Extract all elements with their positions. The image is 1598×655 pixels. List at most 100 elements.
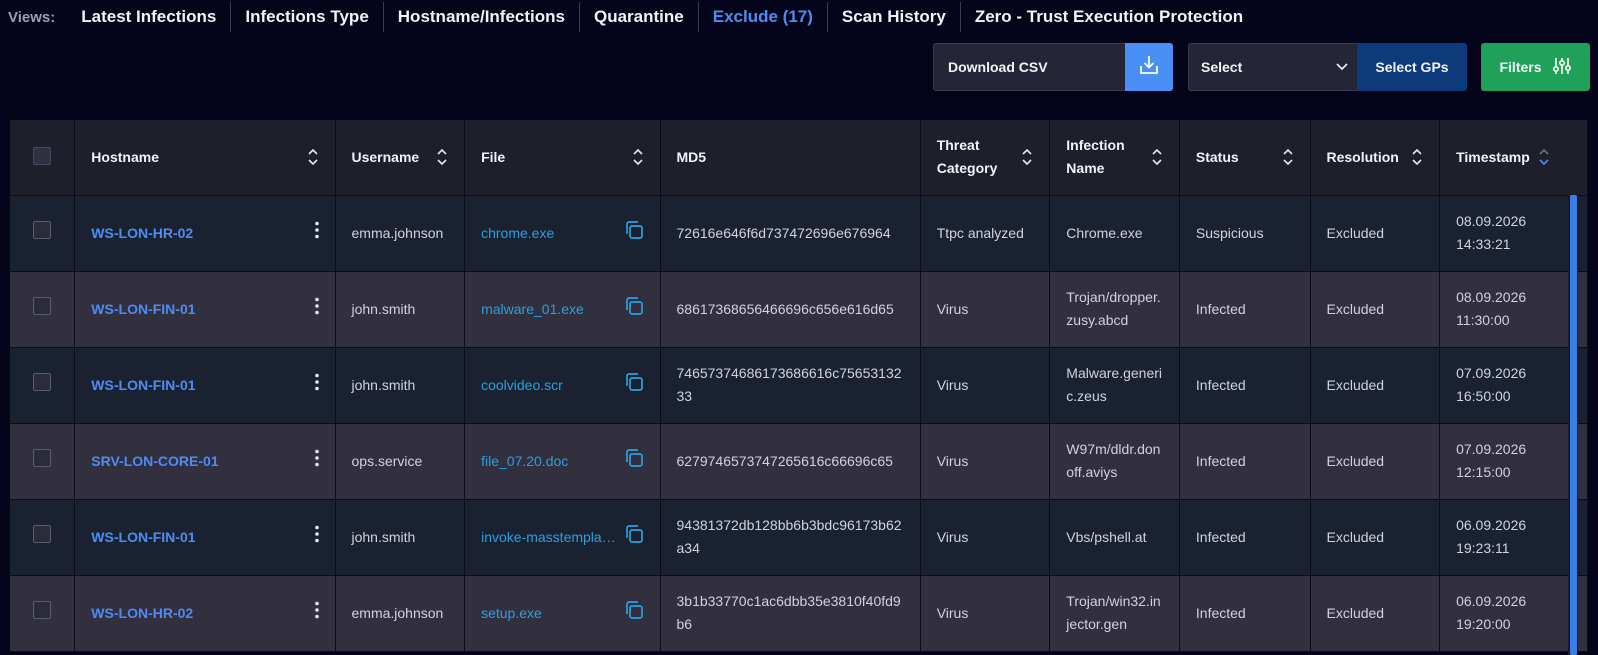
sort-icon[interactable]	[632, 147, 644, 167]
copy-icon[interactable]	[624, 448, 644, 475]
column-timestamp-label: Timestamp	[1456, 149, 1530, 166]
column-resolution-label: Resolution	[1326, 149, 1399, 166]
table-scrollbar[interactable]	[1568, 195, 1578, 655]
download-button[interactable]	[1125, 43, 1173, 91]
copy-icon[interactable]	[624, 220, 644, 247]
username-cell: ops.service	[335, 423, 466, 500]
sort-icon[interactable]	[1282, 147, 1294, 167]
sort-icon[interactable]	[307, 147, 319, 167]
column-resolution[interactable]: Resolution	[1310, 120, 1441, 196]
table-row: WS-LON-FIN-01 john.smith invoke-masstemp…	[10, 499, 1588, 576]
infection-name-cell: W97m/dldr.donoff.aviys	[1049, 423, 1180, 500]
tab-scan-history[interactable]: Scan History	[828, 2, 961, 32]
column-infection-name[interactable]: Infection Name	[1049, 120, 1180, 196]
threat-category-cell: Virus	[920, 499, 1051, 576]
column-status[interactable]: Status	[1179, 120, 1311, 196]
row-select-cell	[10, 499, 76, 576]
column-status-label: Status	[1195, 149, 1239, 166]
copy-icon[interactable]	[624, 524, 644, 551]
column-timestamp[interactable]: Timestamp	[1439, 120, 1588, 196]
username-cell: emma.johnson	[335, 575, 466, 652]
row-select-cell	[10, 271, 76, 348]
tab-zero-trust[interactable]: Zero - Trust Execution Protection	[961, 2, 1257, 32]
file-link[interactable]: file_07.20.doc	[481, 450, 568, 473]
views-label: Views:	[8, 8, 56, 26]
tab-exclude[interactable]: Exclude (17)	[699, 2, 828, 32]
hostname-link[interactable]: WS-LON-HR-02	[91, 222, 193, 245]
select-gps-button[interactable]: Select GPs	[1357, 43, 1467, 91]
md5-cell: 94381372db128bb6b3bdc96173b62a34	[660, 499, 921, 576]
file-cell: file_07.20.doc	[464, 423, 661, 500]
hostname-link[interactable]: WS-LON-FIN-01	[91, 374, 195, 397]
sort-icon[interactable]	[1411, 147, 1423, 167]
infection-name-cell: Chrome.exe	[1049, 195, 1180, 272]
filters-button[interactable]: Filters	[1481, 43, 1590, 91]
column-file[interactable]: File	[464, 120, 661, 196]
column-threat-category[interactable]: Threat Category	[920, 120, 1051, 196]
hostname-link[interactable]: WS-LON-FIN-01	[91, 298, 195, 321]
more-vertical-icon[interactable]	[314, 601, 319, 626]
copy-icon[interactable]	[624, 600, 644, 627]
status-cell: Infected	[1179, 271, 1311, 348]
file-link[interactable]: invoke-masstemplate.ps1	[481, 526, 616, 549]
row-checkbox[interactable]	[33, 220, 52, 239]
tab-infections-type[interactable]: Infections Type	[231, 2, 384, 32]
column-file-label: File	[481, 149, 506, 166]
resolution-cell: Excluded	[1310, 575, 1441, 652]
filters-label: Filters	[1499, 59, 1542, 75]
resolution-cell: Excluded	[1310, 271, 1441, 348]
column-hostname[interactable]: Hostname	[74, 120, 336, 196]
column-username[interactable]: Username	[335, 120, 466, 196]
table-row: WS-LON-FIN-01 john.smith coolvideo.scr 7…	[10, 347, 1588, 424]
table-header-row: Hostname Username File MD5 Threat Catego…	[10, 120, 1588, 196]
select-all-checkbox[interactable]	[33, 146, 52, 165]
gp-select-dropdown[interactable]: Select	[1188, 43, 1358, 91]
hostname-link[interactable]: WS-LON-FIN-01	[91, 526, 195, 549]
more-vertical-icon[interactable]	[314, 297, 319, 322]
hostname-cell: WS-LON-FIN-01	[74, 271, 336, 348]
more-vertical-icon[interactable]	[314, 373, 319, 398]
copy-icon[interactable]	[624, 296, 644, 323]
column-md5-label: MD5	[676, 149, 707, 166]
sort-icon[interactable]	[436, 147, 448, 167]
hostname-link[interactable]: SRV-LON-CORE-01	[91, 450, 218, 473]
tab-quarantine[interactable]: Quarantine	[580, 2, 699, 32]
sort-descending-icon[interactable]	[1538, 147, 1550, 167]
row-select-cell	[10, 423, 76, 500]
copy-icon[interactable]	[624, 372, 644, 399]
hostname-link[interactable]: WS-LON-HR-02	[91, 602, 193, 625]
hostname-cell: WS-LON-HR-02	[74, 195, 336, 272]
file-cell: coolvideo.scr	[464, 347, 661, 424]
chevron-down-icon	[1327, 63, 1357, 71]
tab-hostname-infections[interactable]: Hostname/Infections	[384, 2, 580, 32]
row-checkbox[interactable]	[33, 372, 52, 391]
select-all-cell	[10, 120, 76, 196]
row-checkbox[interactable]	[33, 600, 52, 619]
more-vertical-icon[interactable]	[314, 525, 319, 550]
timestamp-cell: 08.09.2026 11:30:00	[1439, 271, 1588, 348]
timestamp-cell: 08.09.2026 14:33:21	[1439, 195, 1588, 272]
download-icon	[1138, 54, 1160, 81]
file-cell: chrome.exe	[464, 195, 661, 272]
column-hostname-label: Hostname	[91, 149, 159, 166]
table-row: SRV-LON-CORE-01 ops.service file_07.20.d…	[10, 423, 1588, 500]
scrollbar-thumb[interactable]	[1570, 195, 1577, 655]
file-link[interactable]: coolvideo.scr	[481, 374, 563, 397]
more-vertical-icon[interactable]	[314, 221, 319, 246]
row-checkbox[interactable]	[33, 296, 52, 315]
hostname-cell: WS-LON-FIN-01	[74, 499, 336, 576]
row-checkbox[interactable]	[33, 448, 52, 467]
tab-latest-infections[interactable]: Latest Infections	[67, 2, 232, 32]
table-row: WS-LON-HR-02 emma.johnson setup.exe 3b1b…	[10, 575, 1588, 652]
file-link[interactable]: chrome.exe	[481, 222, 554, 245]
more-vertical-icon[interactable]	[314, 449, 319, 474]
file-cell: setup.exe	[464, 575, 661, 652]
file-link[interactable]: malware_01.exe	[481, 298, 584, 321]
file-cell: malware_01.exe	[464, 271, 661, 348]
md5-cell: 72616e646f6d737472696e676964	[660, 195, 921, 272]
sort-icon[interactable]	[1151, 147, 1163, 167]
resolution-cell: Excluded	[1310, 347, 1441, 424]
row-checkbox[interactable]	[33, 524, 52, 543]
file-link[interactable]: setup.exe	[481, 602, 542, 625]
sort-icon[interactable]	[1021, 147, 1033, 167]
